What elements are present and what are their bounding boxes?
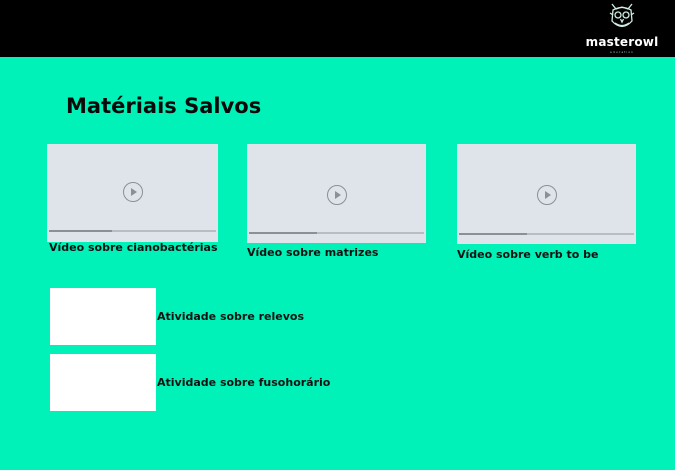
video-title[interactable]: Vídeo sobre verb to be <box>457 248 598 261</box>
video-progress-fill <box>49 230 113 232</box>
video-title[interactable]: Vídeo sobre cianobactérias <box>49 241 218 254</box>
brand-tagline: education <box>610 50 634 54</box>
owl-icon <box>609 3 635 28</box>
activity-title[interactable]: Atividade sobre fusohorário <box>157 376 330 389</box>
activity-title[interactable]: Atividade sobre relevos <box>157 310 304 323</box>
activity-thumbnail[interactable] <box>50 354 156 411</box>
brand-logo[interactable]: masterowl education <box>577 0 667 57</box>
video-card[interactable]: Vídeo sobre matrizes <box>247 144 427 262</box>
video-progress-bar[interactable] <box>49 230 216 232</box>
play-icon[interactable] <box>327 185 347 205</box>
video-card[interactable]: Vídeo sobre verb to be <box>457 144 637 266</box>
video-title[interactable]: Vídeo sobre matrizes <box>247 246 378 259</box>
brand-name: masterowl <box>585 35 659 49</box>
page-title: Matériais Salvos <box>66 94 262 118</box>
video-progress-bar[interactable] <box>459 233 634 235</box>
video-progress-bar[interactable] <box>249 232 424 234</box>
video-progress-fill <box>249 232 318 234</box>
video-progress-fill <box>459 233 528 235</box>
play-icon[interactable] <box>537 185 557 205</box>
top-bar: masterowl education <box>0 0 675 57</box>
activity-thumbnail[interactable] <box>50 288 156 345</box>
video-card[interactable]: Vídeo sobre cianobactérias <box>47 144 222 259</box>
play-icon[interactable] <box>123 182 143 202</box>
